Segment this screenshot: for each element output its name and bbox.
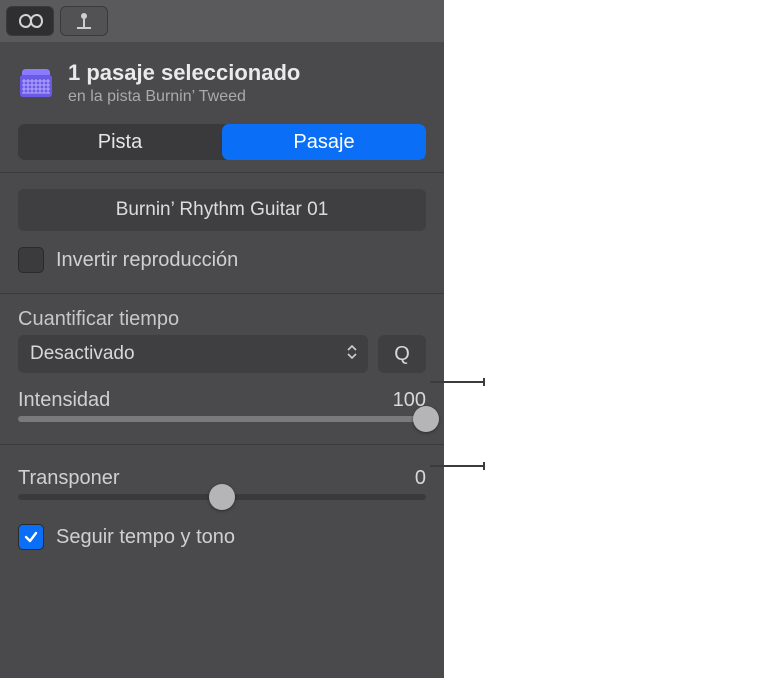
transpose-slider[interactable] <box>18 494 426 500</box>
toolbar <box>0 0 444 42</box>
transpose-label: Transponer <box>18 467 374 490</box>
check-icon <box>23 529 39 545</box>
tab-track[interactable]: Pista <box>18 124 222 160</box>
reverse-checkbox[interactable] <box>18 247 44 273</box>
quantize-q-button[interactable]: Q <box>378 335 426 373</box>
reverse-label: Invertir reproducción <box>56 249 426 272</box>
transpose-value: 0 <box>386 467 426 490</box>
track-icon <box>18 67 54 99</box>
quantize-label: Cuantificar tiempo <box>0 298 444 331</box>
strength-slider[interactable] <box>18 416 426 422</box>
callout-line-q <box>430 381 484 383</box>
follow-label: Seguir tempo y tono <box>56 526 426 549</box>
strength-label: Intensidad <box>18 389 374 412</box>
transpose-thumb[interactable] <box>209 484 235 510</box>
quantize-value: Desactivado <box>30 343 135 365</box>
mixer-icon <box>73 11 95 31</box>
reverse-row: Invertir reproducción <box>0 231 444 289</box>
chevron-updown-icon <box>346 343 358 366</box>
region-inspector-panel: 1 pasaje seleccionado en la pista Burnin… <box>0 0 444 678</box>
header-subtitle: en la pista Burnin’ Tweed <box>68 88 300 106</box>
follow-checkbox[interactable] <box>18 524 44 550</box>
follow-row: Seguir tempo y tono <box>0 518 444 566</box>
quantize-dropdown[interactable]: Desactivado <box>18 335 368 373</box>
header-title: 1 pasaje seleccionado <box>68 60 300 86</box>
strength-thumb[interactable] <box>413 406 439 432</box>
header: 1 pasaje seleccionado en la pista Burnin… <box>0 42 444 116</box>
track-region-segmented[interactable]: Pista Pasaje <box>18 124 426 160</box>
inspector-mode-mixer-button[interactable] <box>60 6 108 36</box>
callout-line-strength <box>430 465 484 467</box>
inspector-mode-loop-button[interactable] <box>6 6 54 36</box>
region-name-field[interactable]: Burnin’ Rhythm Guitar 01 <box>18 189 426 231</box>
tab-region[interactable]: Pasaje <box>222 124 426 160</box>
loop-icon <box>17 12 43 30</box>
